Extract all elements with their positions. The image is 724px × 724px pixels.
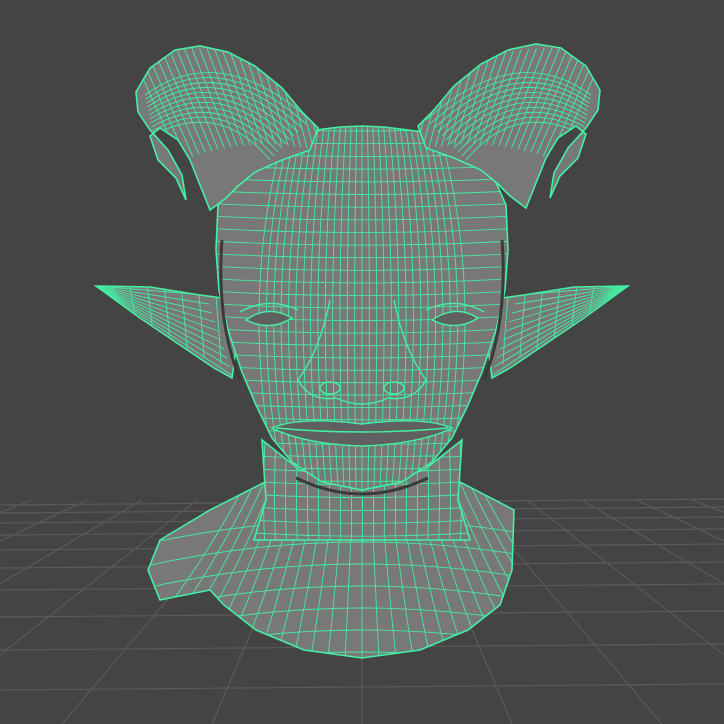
viewport-canvas[interactable] xyxy=(0,0,724,724)
3d-viewport[interactable] xyxy=(0,0,724,724)
